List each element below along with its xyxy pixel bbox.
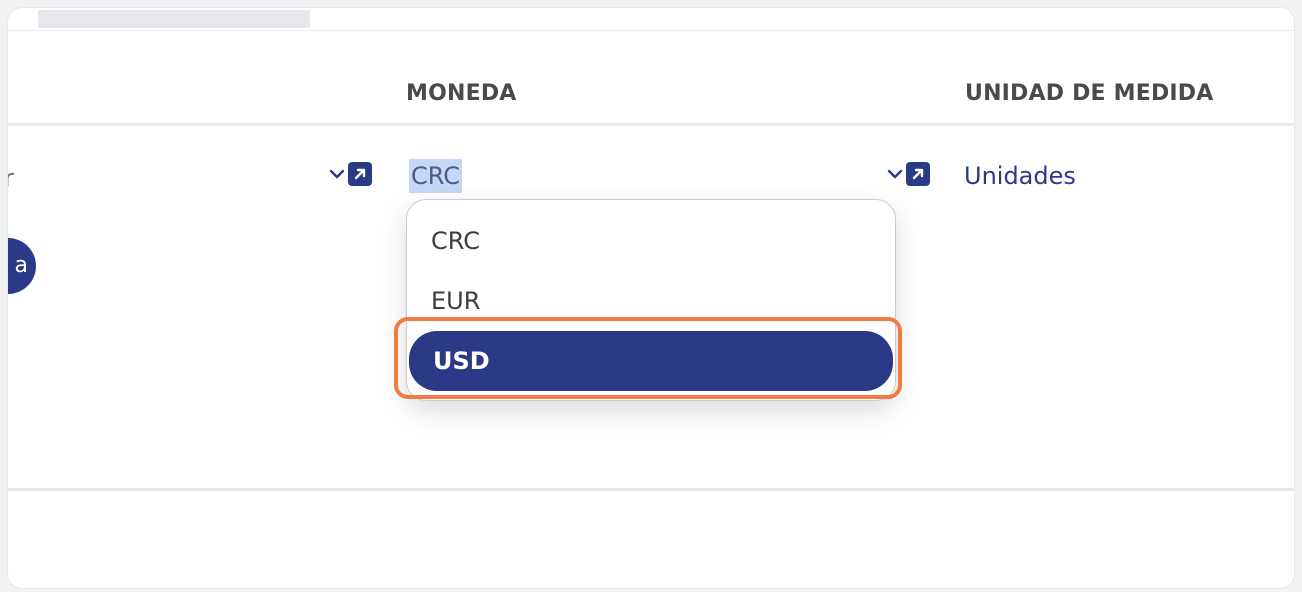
dropdown-option-eur[interactable]: EUR <box>407 271 895 331</box>
external-link-icon[interactable] <box>348 162 372 186</box>
chevron-down-icon[interactable] <box>328 165 346 183</box>
chevron-down-icon[interactable] <box>886 165 904 183</box>
column-header-unidad-de-medida: UNIDAD DE MEDIDA <box>965 81 1214 106</box>
previous-cell-value: r <box>8 164 14 192</box>
external-link-icon[interactable] <box>906 162 930 186</box>
unidad-cell-value[interactable]: Unidades <box>964 159 1076 193</box>
dropdown-option-usd[interactable]: USD <box>409 331 893 391</box>
table-frame: MONEDA UNIDAD DE MEDIDA r a CRC Unidades <box>8 8 1294 588</box>
column-header-moneda: MONEDA <box>406 81 517 106</box>
round-action-button-label: a <box>14 253 28 278</box>
moneda-cell-value[interactable]: CRC <box>409 159 462 193</box>
previous-cell-controls <box>328 161 372 187</box>
moneda-dropdown: CRC EUR USD <box>406 199 896 401</box>
moneda-cell-controls <box>886 161 930 187</box>
scrollbar-thumb[interactable] <box>24 10 310 28</box>
dropdown-option-crc[interactable]: CRC <box>407 211 895 271</box>
table-header-row: MONEDA UNIDAD DE MEDIDA <box>8 31 1294 126</box>
horizontal-scrollbar[interactable] <box>8 8 1294 31</box>
